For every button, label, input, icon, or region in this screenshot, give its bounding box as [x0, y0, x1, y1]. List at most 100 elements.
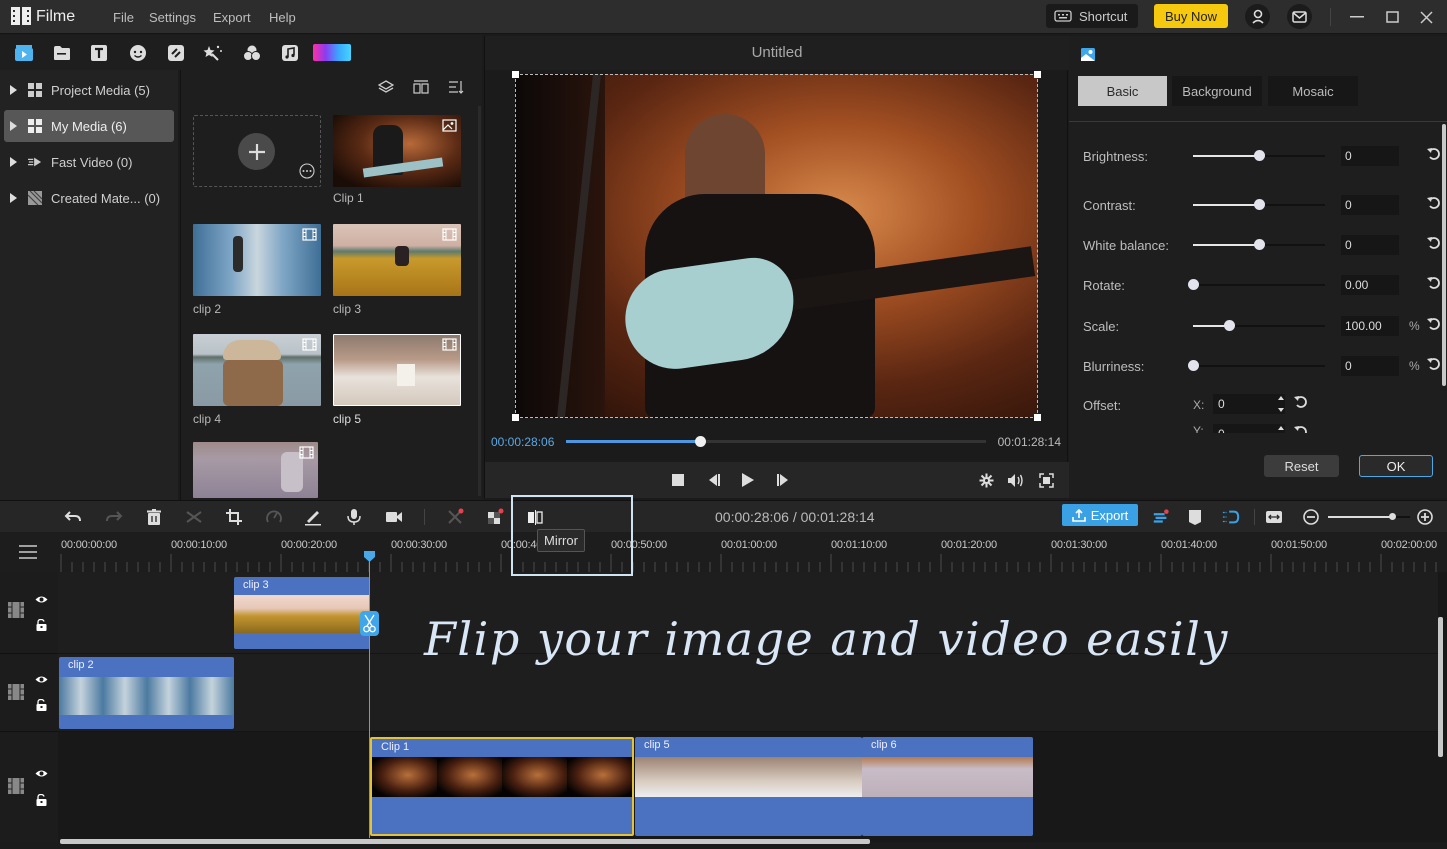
timeline-clip[interactable]: clip 6	[862, 737, 1033, 836]
menu-file[interactable]: File	[113, 10, 134, 25]
reset-icon[interactable]	[1427, 276, 1441, 290]
eye-icon[interactable]	[35, 769, 48, 778]
playhead[interactable]	[369, 552, 370, 838]
timeline-clip[interactable]: clip 2	[59, 657, 234, 729]
resize-handle[interactable]	[1034, 71, 1041, 78]
menu-export[interactable]: Export	[213, 10, 251, 25]
music-tab[interactable]	[280, 43, 300, 63]
export-button[interactable]: Export	[1062, 504, 1138, 526]
speed-icon[interactable]	[265, 508, 283, 526]
slider-knob[interactable]	[1223, 320, 1235, 331]
tab-basic[interactable]: Basic	[1078, 76, 1167, 106]
slider-knob[interactable]	[1254, 239, 1265, 250]
menu-settings[interactable]: Settings	[149, 10, 196, 25]
folder-tab[interactable]	[52, 43, 72, 63]
tab-background[interactable]: Background	[1172, 76, 1262, 106]
tree-item-my-media[interactable]: My Media (6)	[4, 110, 174, 142]
snap-magnet-icon[interactable]	[1222, 508, 1240, 526]
media-item[interactable]: Clip 1	[333, 115, 461, 205]
reset-icon[interactable]	[1427, 357, 1441, 371]
playhead-handle-icon[interactable]	[364, 551, 375, 562]
tree-item-fast-video[interactable]: Fast Video (0)	[4, 146, 174, 178]
play-icon[interactable]	[741, 472, 755, 488]
reset-icon[interactable]	[1427, 236, 1441, 250]
vertical-scrollbar[interactable]	[1438, 617, 1443, 757]
mosaic-icon[interactable]	[486, 508, 504, 526]
crop-icon[interactable]	[225, 508, 243, 526]
tree-item-project-media[interactable]: Project Media (5)	[4, 74, 174, 106]
split-view-icon[interactable]	[413, 80, 429, 94]
step-forward-icon[interactable]	[776, 473, 790, 487]
timeline-clip[interactable]: clip 3	[234, 577, 370, 649]
volume-icon[interactable]	[1007, 473, 1025, 488]
close-button[interactable]	[1414, 6, 1438, 28]
property-slider[interactable]	[1193, 320, 1325, 331]
eye-icon[interactable]	[35, 675, 48, 684]
split-scissors-button[interactable]	[360, 611, 379, 636]
resize-handle[interactable]	[1034, 414, 1041, 421]
media-item[interactable]	[193, 442, 318, 498]
edit-pen-icon[interactable]	[304, 508, 322, 526]
slider-knob[interactable]	[1254, 199, 1265, 210]
sticker-tab[interactable]	[128, 43, 148, 63]
media-item-selected[interactable]: clip 5	[333, 334, 461, 426]
import-media-button[interactable]	[193, 115, 321, 187]
record-video-icon[interactable]	[385, 508, 403, 526]
ok-button[interactable]: OK	[1359, 455, 1433, 477]
unlock-icon[interactable]	[36, 699, 47, 711]
unlock-icon[interactable]	[36, 619, 47, 631]
horizontal-scrollbar[interactable]	[60, 839, 870, 844]
timeline-clip-selected[interactable]: Clip 1	[370, 737, 634, 836]
undo-icon[interactable]	[64, 508, 82, 526]
mail-button[interactable]	[1287, 4, 1312, 29]
property-slider[interactable]	[1188, 360, 1325, 371]
reset-icon[interactable]	[1427, 147, 1441, 161]
maximize-button[interactable]	[1380, 6, 1404, 28]
eye-icon[interactable]	[35, 595, 48, 604]
redo-icon[interactable]	[105, 508, 123, 526]
microphone-icon[interactable]	[345, 508, 363, 526]
delete-icon[interactable]	[145, 508, 163, 526]
marker-icon[interactable]	[1186, 508, 1204, 526]
stop-icon[interactable]	[672, 474, 684, 486]
menu-help[interactable]: Help	[269, 10, 296, 25]
media-item[interactable]: clip 4	[193, 334, 321, 426]
property-value-input[interactable]: 0.00	[1341, 275, 1399, 295]
property-value-input[interactable]: 0	[1341, 235, 1399, 255]
reset-icon[interactable]	[1294, 425, 1308, 433]
reset-icon[interactable]	[1427, 196, 1441, 210]
reset-button[interactable]: Reset	[1264, 455, 1339, 477]
reset-icon[interactable]	[1427, 317, 1441, 331]
tree-item-created-material[interactable]: Created Mate... (0)	[4, 182, 174, 214]
fit-timeline-icon[interactable]	[1265, 508, 1283, 526]
property-slider[interactable]	[1193, 199, 1325, 210]
effects-tab[interactable]	[203, 43, 223, 63]
fullscreen-icon[interactable]	[1039, 473, 1054, 488]
property-value-input[interactable]: 100.00	[1341, 316, 1399, 336]
zoom-slider[interactable]	[1328, 513, 1410, 520]
property-value-input[interactable]: 0	[1341, 356, 1399, 376]
offset-x-stepper-icon[interactable]	[1278, 394, 1284, 414]
step-back-icon[interactable]	[707, 473, 721, 487]
property-value-input[interactable]: 0	[1341, 146, 1399, 166]
property-value-input[interactable]: 0	[1341, 195, 1399, 215]
resize-handle[interactable]	[512, 414, 519, 421]
transition-tab[interactable]	[166, 43, 186, 63]
playback-progress[interactable]	[566, 436, 986, 447]
slider-knob[interactable]	[1188, 279, 1199, 290]
buy-now-button[interactable]: Buy Now	[1154, 4, 1228, 28]
selection-box[interactable]	[512, 71, 1041, 421]
unlock-icon[interactable]	[36, 794, 47, 806]
property-slider[interactable]	[1193, 239, 1325, 250]
offset-y-stepper-icon[interactable]	[1278, 424, 1284, 433]
settings-icon[interactable]	[979, 473, 994, 488]
properties-scrollbar[interactable]	[1442, 124, 1446, 386]
zoom-in-icon[interactable]	[1416, 508, 1434, 526]
tab-mosaic[interactable]: Mosaic	[1268, 76, 1358, 106]
timeline-ruler[interactable]: 00:00:00:00 00:00:10:00 00:00:20:00 00:00:3…	[0, 532, 1447, 572]
media-item[interactable]: clip 3	[333, 224, 461, 316]
reset-icon[interactable]	[1294, 395, 1308, 409]
more-options-icon[interactable]	[299, 163, 315, 179]
zoom-out-icon[interactable]	[1302, 508, 1320, 526]
slider-knob[interactable]	[1188, 360, 1199, 371]
